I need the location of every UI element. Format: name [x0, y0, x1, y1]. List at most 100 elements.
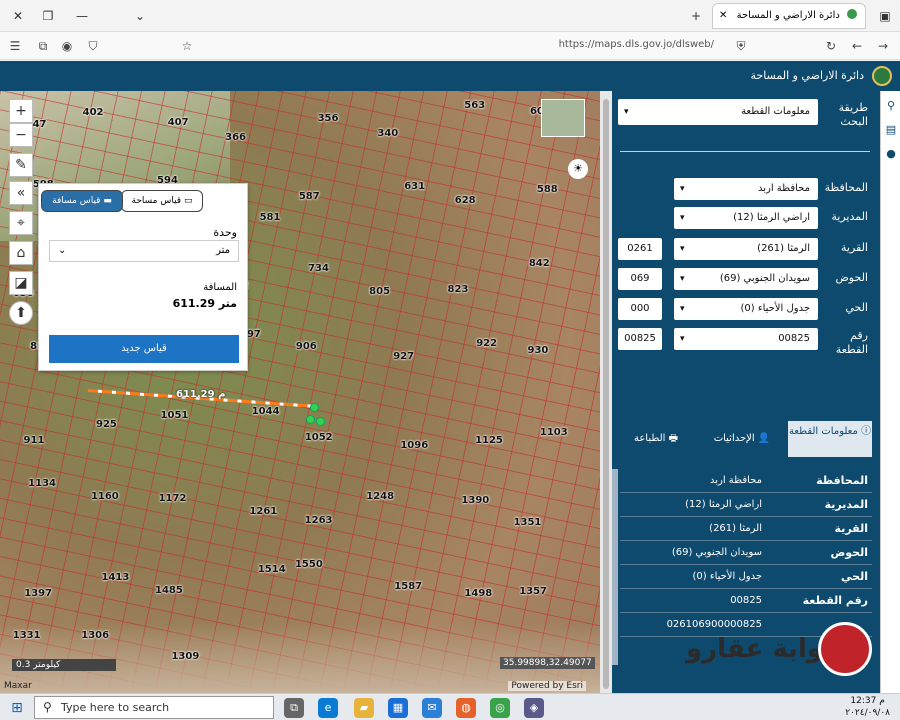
- measure-label: 611.29 م: [176, 389, 226, 400]
- layers-icon[interactable]: ▤: [884, 123, 898, 137]
- shield-icon[interactable]: ⛨: [732, 37, 750, 55]
- chevron-down-icon: ▾: [680, 334, 685, 344]
- info-key: الحوض: [830, 546, 868, 559]
- new-measurement-button[interactable]: قياس جديد: [49, 335, 239, 363]
- parcel-label: 823: [447, 284, 469, 296]
- tab-parcel-info[interactable]: ⓘ معلومات القطعة: [788, 421, 872, 457]
- edge-icon[interactable]: e: [318, 698, 338, 718]
- parcel-label: 734: [308, 263, 329, 274]
- parcel-select[interactable]: 00825 ▾: [674, 328, 818, 350]
- system-clock[interactable]: 12:37 م ٢٠٢٤/٠٩/٠٨: [845, 695, 890, 719]
- parcel-label: 925: [96, 418, 117, 430]
- address-bar: ☰ ⧉ ◉ ⛉ ☆ https://maps.dls.gov.jo/dlsweb…: [0, 32, 900, 60]
- scrollbar-thumb[interactable]: [603, 99, 609, 689]
- url-text[interactable]: https://maps.dls.gov.jo/dlsweb/: [559, 39, 714, 50]
- file-explorer-icon[interactable]: ▰: [354, 698, 374, 718]
- parcel-label: 1587: [394, 580, 423, 592]
- chevron-down-icon: ▾: [680, 274, 685, 284]
- village-select[interactable]: الرمثا (261) ▾: [674, 238, 818, 260]
- parcel-label: 1485: [155, 584, 183, 596]
- attribution-left: Maxar: [4, 681, 32, 691]
- tab-print-label: الطباعة: [633, 433, 666, 444]
- close-window-icon[interactable]: ✕: [8, 6, 28, 26]
- info-key: الحي: [841, 570, 868, 583]
- directorate-select[interactable]: اراضي الرمثا (12) ▾: [674, 207, 818, 229]
- app-icon[interactable]: ◈: [524, 698, 544, 718]
- restore-window-icon[interactable]: ❐: [38, 6, 58, 26]
- tab-measure-area[interactable]: قياس مساحة ▭: [121, 190, 203, 212]
- tab-close-icon[interactable]: ✕: [719, 4, 727, 28]
- back-icon[interactable]: ←: [848, 37, 866, 55]
- info-key: المحافظة: [816, 474, 868, 487]
- neighborhood-code-input[interactable]: 000: [618, 298, 662, 320]
- tab-overview-icon[interactable]: ▣: [875, 6, 895, 26]
- parcel-code-input[interactable]: 00825: [618, 328, 662, 350]
- info-row: المحافظة محافظة اربد: [620, 469, 872, 493]
- basin-code-input[interactable]: 069: [618, 268, 662, 290]
- info-tabs: ⓘ معلومات القطعة 👤 الإحداثيات 🖶 الطباعة: [612, 421, 880, 457]
- search-icon[interactable]: ⚲: [884, 99, 898, 113]
- basemap-toggle-icon[interactable]: ☀: [568, 159, 588, 179]
- search-method-label: طريقة البحث: [838, 101, 868, 128]
- overview-map[interactable]: [541, 99, 585, 137]
- menu-icon[interactable]: ☰: [6, 37, 24, 55]
- measure-point[interactable]: [306, 415, 315, 424]
- map-scrollbar[interactable]: [600, 91, 612, 693]
- mail-icon[interactable]: ✉: [422, 698, 442, 718]
- village-code-input[interactable]: 0261: [618, 238, 662, 260]
- info-key: المديرية: [824, 498, 868, 511]
- measure-point[interactable]: [310, 403, 319, 412]
- chrome-icon[interactable]: ◎: [490, 698, 510, 718]
- measure-tool-icon[interactable]: ◪: [9, 271, 33, 295]
- info-value: اراضي الرمثا (12): [685, 499, 762, 510]
- parcel-label: 563: [464, 100, 486, 112]
- account-icon[interactable]: ◉: [58, 37, 76, 55]
- draw-pencil-icon[interactable]: ✎: [9, 153, 33, 177]
- watermark-text: بوابة عقارو: [686, 634, 833, 664]
- app-header: دائرة الاراضي و المساحة: [0, 61, 900, 91]
- measure-point[interactable]: [316, 417, 325, 426]
- locate-icon[interactable]: ⌖: [9, 211, 33, 235]
- governorate-label: المحافظة: [824, 181, 868, 194]
- minimize-window-icon[interactable]: —: [72, 6, 92, 26]
- tab-coordinates[interactable]: 👤 الإحداثيات: [700, 421, 784, 457]
- north-arrow-icon[interactable]: ⬆: [9, 301, 33, 325]
- chevron-down-icon: ⌄: [58, 245, 67, 256]
- tab-print[interactable]: 🖶 الطباعة: [616, 421, 696, 457]
- dls-logo: [872, 66, 892, 86]
- basin-select[interactable]: سويدان الجنوبي (69) ▾: [674, 268, 818, 290]
- parcel-label: 922: [476, 337, 498, 349]
- bookmark-star-icon[interactable]: ☆: [178, 37, 196, 55]
- map-view[interactable]: 4474024073663563405636015985665945815876…: [0, 91, 600, 693]
- reload-icon[interactable]: ↻: [822, 37, 840, 55]
- parcel-label: 1498: [464, 587, 493, 599]
- governorate-select[interactable]: محافظة اربد ▾: [674, 178, 818, 200]
- task-view-icon[interactable]: ⧉: [284, 698, 304, 718]
- unit-label: وحدة: [213, 226, 237, 239]
- zoom-in-button[interactable]: +: [9, 99, 33, 123]
- browser-tab[interactable]: ✕ دائرة الاراضي و المساحة: [712, 3, 866, 29]
- extensions-icon[interactable]: ⧉: [34, 37, 52, 55]
- chevron-down-icon: ▾: [624, 107, 629, 117]
- forward-icon[interactable]: →: [874, 37, 892, 55]
- unit-select[interactable]: متر ⌄: [49, 240, 239, 262]
- info-scrollbar[interactable]: [612, 469, 618, 665]
- tab-list-chevron-icon[interactable]: ⌄: [130, 6, 150, 26]
- location-pin-icon[interactable]: ●: [884, 147, 898, 161]
- pocket-icon[interactable]: ⛉: [84, 37, 102, 55]
- tab-measure-distance[interactable]: قياس مسافة ▬: [41, 190, 123, 212]
- zoom-out-button[interactable]: −: [9, 123, 33, 147]
- taskbar-search[interactable]: ⚲ Type here to search: [34, 696, 274, 719]
- windows-start-icon[interactable]: ⊞: [8, 699, 26, 717]
- info-value: الرمثا (261): [709, 523, 762, 534]
- firefox-icon[interactable]: ◍: [456, 698, 476, 718]
- parcel-label: 1357: [519, 586, 548, 598]
- search-method-select[interactable]: معلومات القطعة ▾: [618, 99, 818, 125]
- home-icon[interactable]: ⌂: [9, 241, 33, 265]
- search-method-value: معلومات القطعة: [741, 106, 810, 117]
- neighborhood-select[interactable]: جدول الأحياء (0) ▾: [674, 298, 818, 320]
- collapse-icon[interactable]: «: [9, 181, 33, 205]
- store-icon[interactable]: ▦: [388, 698, 408, 718]
- new-tab-icon[interactable]: +: [686, 6, 706, 26]
- parcel-label: 1306: [81, 629, 110, 641]
